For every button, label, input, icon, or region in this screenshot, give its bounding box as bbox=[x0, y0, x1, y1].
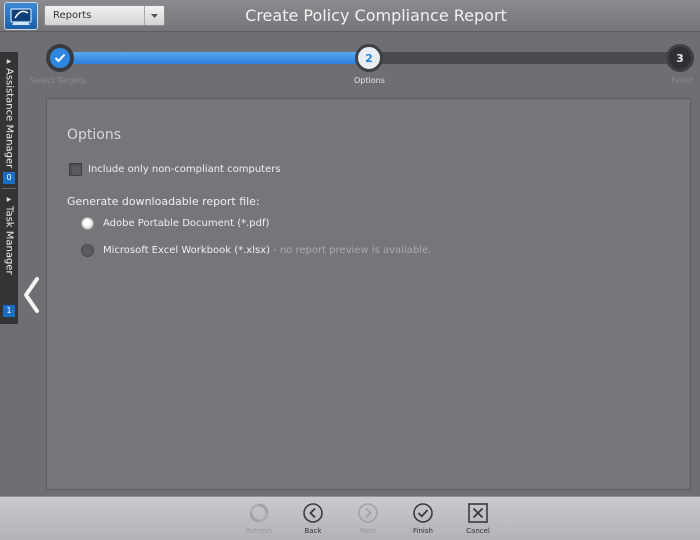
finish-check-icon bbox=[413, 503, 433, 523]
non-compliant-label: Include only non-compliant computers bbox=[88, 164, 281, 175]
pdf-label: Adobe Portable Document (*.pdf) bbox=[103, 218, 270, 229]
generate-report-label: Generate downloadable report file: bbox=[67, 195, 260, 208]
step-2-indicator: 2 bbox=[355, 44, 383, 72]
checkmark-icon bbox=[50, 48, 70, 68]
title-bar: Reports Create Policy Compliance Report bbox=[0, 0, 700, 32]
next-arrow-icon bbox=[358, 503, 378, 523]
cancel-x-icon bbox=[468, 503, 488, 523]
assistance-manager-count-badge: 0 bbox=[3, 172, 15, 185]
finish-button[interactable]: Finish bbox=[401, 502, 445, 540]
expand-arrow-icon: ▶ bbox=[6, 58, 12, 65]
pdf-format-option[interactable]: Adobe Portable Document (*.pdf) bbox=[81, 217, 269, 230]
assistance-manager-tab[interactable]: ▶ Assistance Manager 0 bbox=[0, 54, 18, 185]
rail-divider bbox=[2, 188, 16, 189]
step-3-label: Finish bbox=[671, 76, 694, 85]
xlsx-format-option[interactable]: Microsoft Excel Workbook (*.xlsx) - no r… bbox=[81, 244, 431, 257]
back-label: Back bbox=[304, 527, 322, 535]
chevron-down-icon bbox=[144, 6, 164, 25]
section-title: Options bbox=[67, 127, 122, 143]
next-label: Next bbox=[359, 527, 377, 535]
back-button[interactable]: Back bbox=[291, 502, 335, 540]
back-arrow-icon bbox=[303, 503, 323, 523]
stepper-progress-fill bbox=[58, 52, 372, 64]
step-2-label: Options bbox=[354, 76, 385, 85]
non-compliant-checkbox[interactable] bbox=[69, 163, 82, 176]
step-1-indicator bbox=[46, 44, 74, 72]
options-panel: Options Include only non-compliant compu… bbox=[46, 98, 691, 490]
refresh-button[interactable]: Refresh bbox=[237, 502, 281, 540]
xlsx-label: Microsoft Excel Workbook (*.xlsx) bbox=[103, 245, 271, 256]
next-button[interactable]: Next bbox=[346, 502, 390, 540]
expand-arrow-icon: ▶ bbox=[6, 196, 12, 203]
task-manager-label: Task Manager bbox=[3, 206, 15, 275]
assistance-manager-label: Assistance Manager bbox=[3, 68, 15, 169]
xlsx-hint: - no report preview is available. bbox=[273, 245, 432, 256]
step-1-label: Select Targets bbox=[30, 76, 87, 85]
finish-label: Finish bbox=[413, 527, 433, 535]
wizard-stepper: 2 3 Select Targets Options Finish bbox=[30, 40, 694, 88]
task-manager-count-badge: 1 bbox=[3, 304, 15, 317]
app-logo-icon[interactable] bbox=[4, 2, 38, 30]
page-title: Create Policy Compliance Report bbox=[245, 6, 507, 25]
task-manager-tab[interactable]: ▶ Task Manager 1 bbox=[0, 192, 18, 317]
view-dropdown[interactable]: Reports bbox=[44, 5, 165, 26]
step-3-indicator: 3 bbox=[666, 44, 694, 72]
cancel-button[interactable]: Cancel bbox=[456, 502, 500, 540]
pdf-radio[interactable] bbox=[81, 217, 94, 230]
collapse-panel-chevron-left-icon[interactable] bbox=[18, 272, 44, 318]
non-compliant-option[interactable]: Include only non-compliant computers bbox=[69, 163, 281, 176]
bottom-toolbar: Refresh Back Next Finish Cancel bbox=[0, 496, 700, 540]
view-dropdown-value: Reports bbox=[53, 10, 92, 21]
xlsx-radio[interactable] bbox=[81, 244, 94, 257]
cancel-label: Cancel bbox=[466, 527, 490, 535]
refresh-label: Refresh bbox=[245, 527, 273, 535]
left-rail: ▶ Assistance Manager 0 ▶ Task Manager 1 bbox=[0, 52, 18, 324]
refresh-icon bbox=[249, 503, 269, 523]
